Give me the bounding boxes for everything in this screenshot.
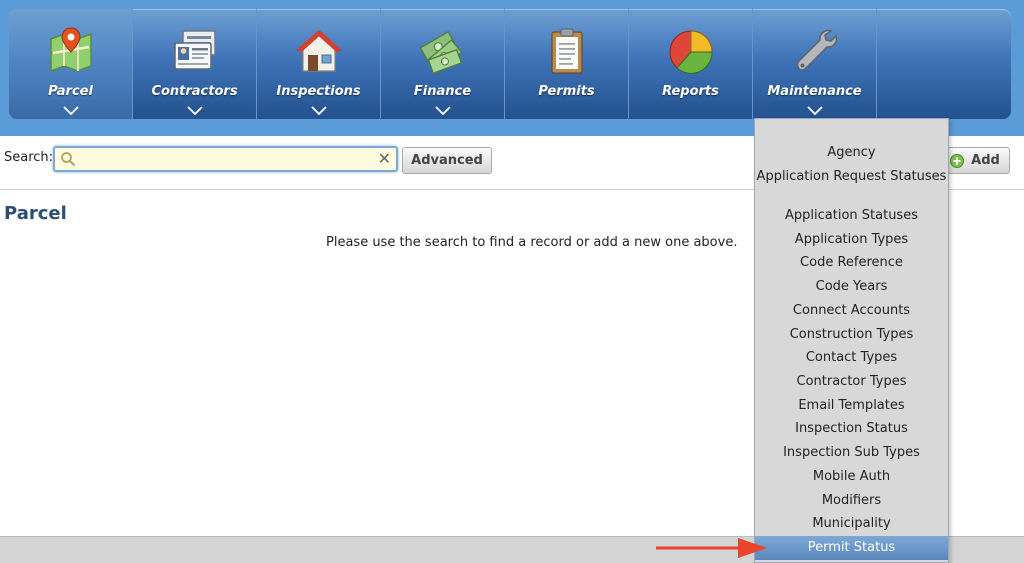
pie-chart-icon: [669, 30, 713, 74]
nav-label-contractors: Contractors: [151, 84, 238, 99]
dropdown-item-code-reference[interactable]: Code Reference: [755, 255, 948, 270]
dropdown-item-application-statuses[interactable]: Application Statuses: [755, 208, 948, 223]
search-input[interactable]: ✕: [53, 146, 398, 172]
dropdown-item-inspection-sub-types[interactable]: Inspection Sub Types: [755, 445, 948, 460]
money-icon: [419, 30, 463, 75]
dropdown-item-modifiers[interactable]: Modifiers: [755, 493, 948, 508]
empty-state-message: Please use the search to find a record o…: [326, 235, 738, 250]
nav-item-maintenance[interactable]: Maintenance: [753, 9, 877, 119]
map-pin-icon: [50, 27, 92, 73]
maintenance-dropdown: Agency Application Request Statuses Appl…: [754, 118, 949, 563]
nav-label-finance: Finance: [413, 84, 472, 99]
clear-icon[interactable]: ✕: [378, 150, 391, 168]
chevron-down-icon: [435, 106, 451, 116]
chevron-down-icon: [63, 106, 79, 116]
nav-label-reports: Reports: [662, 84, 719, 99]
dropdown-item-connect-accounts[interactable]: Connect Accounts: [755, 303, 948, 318]
nav-item-contractors[interactable]: Contractors: [133, 9, 257, 119]
add-button[interactable]: Add: [943, 147, 1010, 174]
plus-circle-icon: [950, 154, 964, 168]
dropdown-item-code-years[interactable]: Code Years: [755, 279, 948, 294]
search-label: Search:: [4, 150, 54, 165]
search-icon: [61, 152, 76, 167]
advanced-button[interactable]: Advanced: [402, 147, 492, 174]
dropdown-item-municipality[interactable]: Municipality: [755, 516, 948, 531]
dropdown-item-inspection-status[interactable]: Inspection Status: [755, 421, 948, 436]
pointer-arrow-icon: [656, 538, 767, 558]
id-cards-icon: [174, 30, 216, 70]
page-title: Parcel: [4, 203, 67, 224]
dropdown-item-application-types[interactable]: Application Types: [755, 232, 948, 247]
dropdown-item-contact-types[interactable]: Contact Types: [755, 350, 948, 365]
nav-item-permits[interactable]: Permits: [505, 9, 629, 119]
nav-item-parcel[interactable]: Parcel: [9, 9, 133, 119]
main-nav: Parcel Contractors Inspections Finance P…: [9, 9, 1011, 119]
wrench-icon: [796, 29, 838, 71]
add-button-label: Add: [971, 153, 1000, 168]
nav-item-finance[interactable]: Finance: [381, 9, 505, 119]
nav-label-permits: Permits: [538, 84, 595, 99]
clipboard-icon: [551, 28, 583, 74]
dropdown-item-agency[interactable]: Agency: [755, 145, 948, 160]
dropdown-item-mobile-auth[interactable]: Mobile Auth: [755, 469, 948, 484]
house-icon: [296, 30, 342, 72]
dropdown-item-permit-status[interactable]: Permit Status: [755, 536, 948, 560]
chevron-down-icon: [807, 106, 823, 116]
nav-item-reports[interactable]: Reports: [629, 9, 753, 119]
chevron-down-icon: [311, 106, 327, 116]
nav-label-maintenance: Maintenance: [767, 84, 862, 99]
dropdown-item-construction-types[interactable]: Construction Types: [755, 327, 948, 342]
dropdown-item-contractor-types[interactable]: Contractor Types: [755, 374, 948, 389]
dropdown-item-email-templates[interactable]: Email Templates: [755, 398, 948, 413]
chevron-down-icon: [187, 106, 203, 116]
nav-label-parcel: Parcel: [48, 84, 93, 99]
dropdown-item-application-request-statuses[interactable]: Application Request Statuses: [755, 169, 948, 184]
nav-label-inspections: Inspections: [276, 84, 361, 99]
nav-item-inspections[interactable]: Inspections: [257, 9, 381, 119]
